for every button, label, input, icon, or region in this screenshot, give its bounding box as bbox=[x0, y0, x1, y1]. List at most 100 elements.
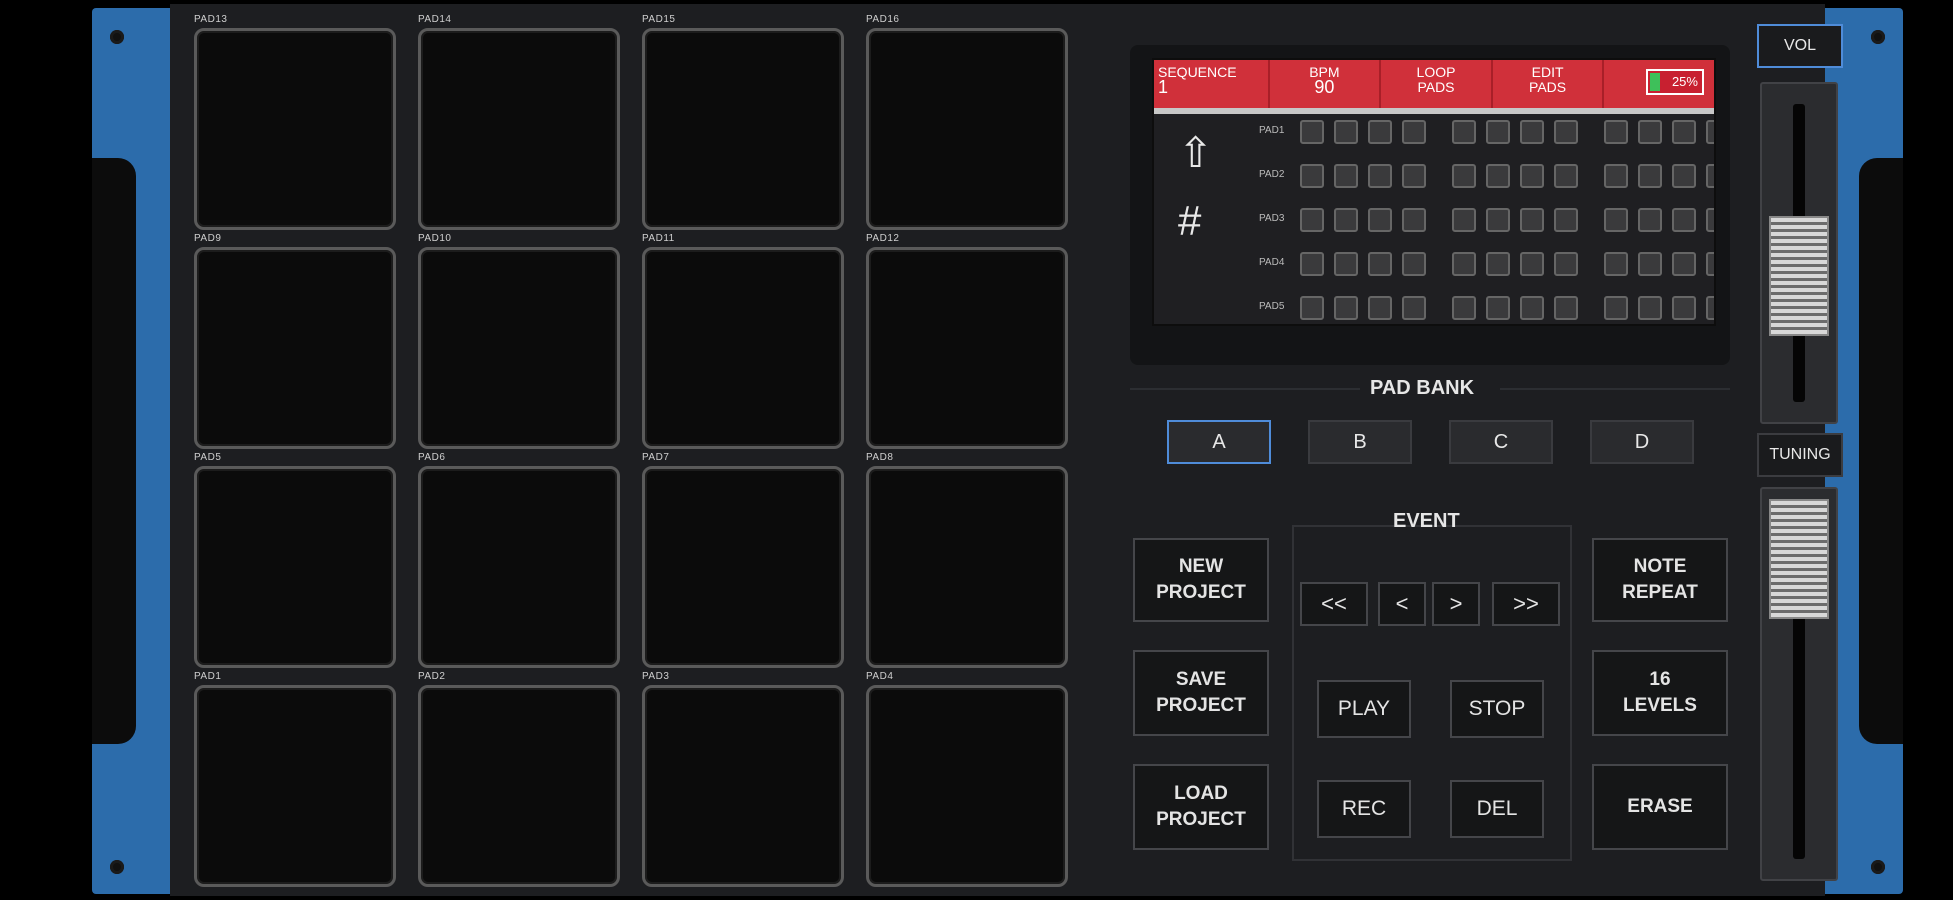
step-cell[interactable] bbox=[1402, 164, 1426, 188]
step-cell[interactable] bbox=[1486, 120, 1510, 144]
step-cell[interactable] bbox=[1554, 252, 1578, 276]
step-cell[interactable] bbox=[1486, 164, 1510, 188]
step-cell[interactable] bbox=[1368, 208, 1392, 232]
step-cell[interactable] bbox=[1520, 296, 1544, 320]
pad-button[interactable] bbox=[866, 247, 1068, 449]
step-cell[interactable] bbox=[1672, 164, 1696, 188]
volume-fader[interactable] bbox=[1760, 82, 1838, 424]
bank-d-button[interactable]: D bbox=[1590, 420, 1694, 464]
bank-b-button[interactable]: B bbox=[1308, 420, 1412, 464]
step-cell[interactable] bbox=[1402, 208, 1426, 232]
step-cell[interactable] bbox=[1486, 252, 1510, 276]
pad-button[interactable] bbox=[418, 685, 620, 887]
volume-fader-knob[interactable] bbox=[1769, 216, 1829, 336]
16-levels-button[interactable]: 16 LEVELS bbox=[1592, 650, 1728, 736]
step-cell[interactable] bbox=[1452, 120, 1476, 144]
next-event-button[interactable]: > bbox=[1432, 582, 1480, 626]
step-cell[interactable] bbox=[1300, 208, 1324, 232]
forward-button[interactable]: >> bbox=[1492, 582, 1560, 626]
step-cell[interactable] bbox=[1402, 296, 1426, 320]
step-cell[interactable] bbox=[1638, 296, 1662, 320]
step-cell[interactable] bbox=[1334, 252, 1358, 276]
note-repeat-button[interactable]: NOTE REPEAT bbox=[1592, 538, 1728, 622]
prev-event-button[interactable]: < bbox=[1378, 582, 1426, 626]
step-cell[interactable] bbox=[1334, 164, 1358, 188]
pad-button[interactable] bbox=[866, 466, 1068, 668]
step-cell[interactable] bbox=[1554, 164, 1578, 188]
pad-button[interactable] bbox=[642, 466, 844, 668]
pad-button[interactable] bbox=[642, 685, 844, 887]
step-cell[interactable] bbox=[1452, 296, 1476, 320]
step-cell[interactable] bbox=[1300, 296, 1324, 320]
pad-button[interactable] bbox=[194, 28, 396, 230]
pad-button[interactable] bbox=[418, 247, 620, 449]
pad-button[interactable] bbox=[418, 28, 620, 230]
step-cell[interactable] bbox=[1638, 164, 1662, 188]
step-cell[interactable] bbox=[1706, 120, 1714, 144]
step-cell[interactable] bbox=[1638, 120, 1662, 144]
step-cell[interactable] bbox=[1334, 296, 1358, 320]
step-cell[interactable] bbox=[1368, 120, 1392, 144]
step-cell[interactable] bbox=[1604, 296, 1628, 320]
step-cell[interactable] bbox=[1486, 208, 1510, 232]
loop-pads-button[interactable]: LOOP PADS bbox=[1381, 60, 1493, 108]
step-cell[interactable] bbox=[1706, 252, 1714, 276]
step-cell[interactable] bbox=[1300, 252, 1324, 276]
tuning-fader[interactable] bbox=[1760, 487, 1838, 881]
pad-button[interactable] bbox=[194, 466, 396, 668]
step-cell[interactable] bbox=[1334, 120, 1358, 144]
play-button[interactable]: PLAY bbox=[1317, 680, 1411, 738]
del-button[interactable]: DEL bbox=[1450, 780, 1544, 838]
vol-tab[interactable]: VOL bbox=[1757, 24, 1843, 68]
bank-c-button[interactable]: C bbox=[1449, 420, 1553, 464]
step-cell[interactable] bbox=[1452, 252, 1476, 276]
pad-button[interactable] bbox=[866, 28, 1068, 230]
rewind-button[interactable]: << bbox=[1300, 582, 1368, 626]
step-cell[interactable] bbox=[1300, 164, 1324, 188]
edit-pads-button[interactable]: EDIT PADS bbox=[1493, 60, 1605, 108]
step-cell[interactable] bbox=[1402, 252, 1426, 276]
pad-button[interactable] bbox=[642, 28, 844, 230]
step-cell[interactable] bbox=[1520, 164, 1544, 188]
step-cell[interactable] bbox=[1368, 296, 1392, 320]
arrow-up-icon[interactable]: ⇧ bbox=[1178, 132, 1213, 174]
step-cell[interactable] bbox=[1520, 208, 1544, 232]
load-project-button[interactable]: LOAD PROJECT bbox=[1133, 764, 1269, 850]
step-cell[interactable] bbox=[1672, 252, 1696, 276]
step-cell[interactable] bbox=[1452, 164, 1476, 188]
pad-button[interactable] bbox=[642, 247, 844, 449]
tuning-fader-knob[interactable] bbox=[1769, 499, 1829, 619]
rec-button[interactable]: REC bbox=[1317, 780, 1411, 838]
step-cell[interactable] bbox=[1554, 208, 1578, 232]
step-cell[interactable] bbox=[1604, 252, 1628, 276]
sequence-field[interactable]: SEQUENCE 1 bbox=[1154, 60, 1270, 108]
step-cell[interactable] bbox=[1368, 252, 1392, 276]
new-project-button[interactable]: NEW PROJECT bbox=[1133, 538, 1269, 622]
step-cell[interactable] bbox=[1672, 208, 1696, 232]
step-cell[interactable] bbox=[1672, 296, 1696, 320]
step-cell[interactable] bbox=[1402, 120, 1426, 144]
step-cell[interactable] bbox=[1604, 120, 1628, 144]
step-cell[interactable] bbox=[1300, 120, 1324, 144]
stop-button[interactable]: STOP bbox=[1450, 680, 1544, 738]
step-cell[interactable] bbox=[1452, 208, 1476, 232]
step-cell[interactable] bbox=[1672, 120, 1696, 144]
step-cell[interactable] bbox=[1638, 208, 1662, 232]
pad-button[interactable] bbox=[194, 247, 396, 449]
step-cell[interactable] bbox=[1486, 296, 1510, 320]
step-cell[interactable] bbox=[1520, 252, 1544, 276]
step-cell[interactable] bbox=[1334, 208, 1358, 232]
hash-icon[interactable]: # bbox=[1178, 200, 1201, 242]
step-cell[interactable] bbox=[1706, 296, 1714, 320]
step-cell[interactable] bbox=[1638, 252, 1662, 276]
erase-button[interactable]: ERASE bbox=[1592, 764, 1728, 850]
pad-button[interactable] bbox=[866, 685, 1068, 887]
step-cell[interactable] bbox=[1554, 296, 1578, 320]
step-cell[interactable] bbox=[1706, 164, 1714, 188]
bpm-field[interactable]: BPM 90 bbox=[1270, 60, 1382, 108]
pad-button[interactable] bbox=[194, 685, 396, 887]
step-cell[interactable] bbox=[1554, 120, 1578, 144]
tuning-tab[interactable]: TUNING bbox=[1757, 433, 1843, 477]
pad-button[interactable] bbox=[418, 466, 620, 668]
step-cell[interactable] bbox=[1706, 208, 1714, 232]
